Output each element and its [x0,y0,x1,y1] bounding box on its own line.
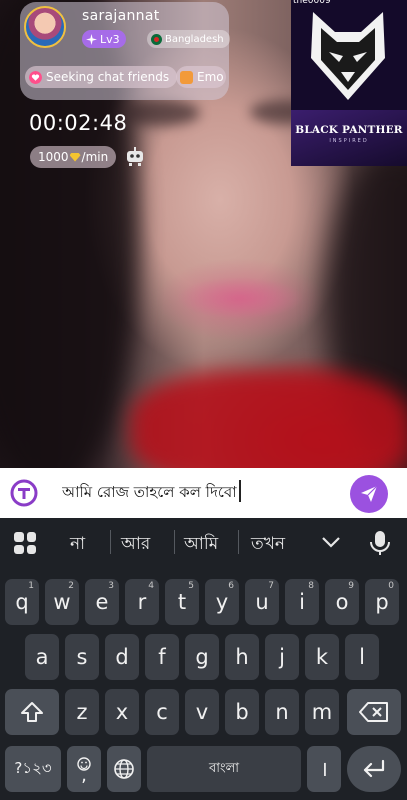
key-d[interactable]: d [105,634,139,680]
level-badge: Lv3 [82,30,126,48]
key-i[interactable]: i8 [285,579,319,625]
period-key[interactable]: । [307,746,341,792]
key-a[interactable]: a [25,634,59,680]
enter-icon [363,759,385,778]
shift-icon [21,702,43,722]
key-q[interactable]: q1 [5,579,39,625]
suggestion-divider [110,530,111,554]
send-icon [361,485,378,502]
tag-chip-label: Seeking chat friends [46,70,170,84]
panther-logo-icon [311,12,385,100]
ad-title: BLACK PANTHER [295,124,403,136]
key-t[interactable]: t5 [165,579,199,625]
heart-icon [29,70,42,84]
shift-key[interactable] [5,689,59,735]
backspace-icon [359,702,388,722]
diamond-icon [69,152,81,162]
robot-icon[interactable] [124,145,146,167]
tag-chip-emo: Emo [176,66,226,88]
symbols-key[interactable]: ?১২৩ [5,746,61,792]
key-r[interactable]: r4 [125,579,159,625]
space-key[interactable]: বাংলা [147,746,301,792]
country-label: Bangladesh [165,33,224,45]
enter-key[interactable] [347,746,401,792]
key-s[interactable]: s [65,634,99,680]
key-h[interactable]: h [225,634,259,680]
ad-subtitle: INSPIRED [329,138,369,144]
rate-amount: 1000 [38,150,69,164]
suggestion-2[interactable]: আর [121,531,150,559]
translate-icon[interactable] [10,479,38,507]
key-w[interactable]: w2 [45,579,79,625]
ad-top-text: the0009 [293,0,331,6]
key-e[interactable]: e3 [85,579,119,625]
key-y[interactable]: y6 [205,579,239,625]
key-b[interactable]: b [225,689,259,735]
username: sarajannat [82,8,160,24]
message-input[interactable] [60,481,334,505]
text-caret [239,480,241,502]
key-c[interactable]: c [145,689,179,735]
level-label: Lv3 [100,32,120,46]
avatar[interactable] [24,6,66,48]
key-f[interactable]: f [145,634,179,680]
key-k[interactable]: k [305,634,339,680]
key-z[interactable]: z [65,689,99,735]
key-n[interactable]: n [265,689,299,735]
suggestion-divider [174,530,175,554]
chevron-down-icon[interactable] [320,534,342,550]
tag-chip-seeking-friends: Seeking chat friends [25,66,178,88]
key-j[interactable]: j [265,634,299,680]
comma-label: , [81,765,87,786]
message-input-bar [0,468,407,518]
key-p[interactable]: p0 [365,579,399,625]
black-panther-ad[interactable]: the0009 BLACK PANTHER INSPIRED [291,0,407,166]
tag-chip-label: Emo [197,70,224,84]
emo-icon [180,70,193,84]
microphone-icon[interactable] [368,529,392,557]
key-m[interactable]: m [305,689,339,735]
call-timer: 00:02:48 [29,111,128,135]
suggestion-1[interactable]: না [70,531,85,559]
send-button[interactable] [350,475,388,513]
key-u[interactable]: u7 [245,579,279,625]
flag-icon [151,33,162,45]
key-v[interactable]: v [185,689,219,735]
key-o[interactable]: o9 [325,579,359,625]
suggestion-3[interactable]: আমি [184,531,218,559]
comma-emoji-key[interactable]: , [67,746,101,792]
globe-icon [114,759,134,779]
suggestion-4[interactable]: তখন [251,531,285,559]
key-l[interactable]: l [345,634,379,680]
suggestion-bar: না আর আমি তখন [0,518,407,568]
suggestion-divider [238,530,239,554]
language-key[interactable] [107,746,141,792]
call-rate-badge: 1000 /min [30,146,117,168]
key-g[interactable]: g [185,634,219,680]
key-x[interactable]: x [105,689,139,735]
keyboard: না আর আমি তখন q1 w2 e3 r4 t5 y6 u7 i8 o9… [0,518,407,800]
country-badge: Bangladesh [147,30,230,48]
rate-unit: /min [81,150,109,164]
sparkle-icon [86,33,97,45]
backspace-key[interactable] [347,689,401,735]
apps-grid-icon[interactable] [14,532,36,554]
